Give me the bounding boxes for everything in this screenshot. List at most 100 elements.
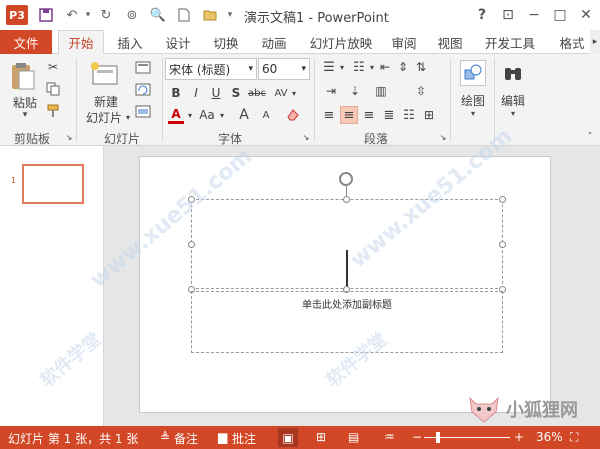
- zoom-level[interactable]: 36%: [536, 430, 563, 444]
- new-icon[interactable]: [174, 5, 194, 25]
- resize-handle[interactable]: [188, 241, 195, 248]
- rotate-handle-icon[interactable]: [339, 172, 353, 186]
- tab-design[interactable]: 设计: [156, 30, 200, 54]
- ribbon-display-options-button[interactable]: ⊡: [496, 3, 520, 27]
- minimize-button[interactable]: −: [522, 3, 546, 27]
- new-slide-dropdown-icon[interactable]: ▾: [124, 110, 132, 124]
- customize-quick-access-icon[interactable]: ▾: [220, 5, 240, 25]
- character-spacing-button[interactable]: AV: [270, 84, 292, 102]
- tab-slideshow[interactable]: 幻灯片放映: [300, 30, 382, 54]
- editing-button[interactable]: 编辑: [496, 92, 530, 108]
- bullets-dropdown-icon[interactable]: ▾: [338, 58, 346, 76]
- tab-scroll-right-icon[interactable]: ▸: [590, 30, 600, 54]
- new-slide-icon[interactable]: [88, 58, 122, 90]
- save-icon[interactable]: [36, 5, 56, 25]
- reading-view-icon[interactable]: ▤: [348, 430, 359, 444]
- fit-to-window-icon[interactable]: ⛶: [570, 430, 578, 445]
- tab-home[interactable]: 开始: [58, 30, 104, 55]
- numbering-icon[interactable]: ☷: [350, 58, 368, 76]
- slide-thumbnail[interactable]: [22, 164, 84, 204]
- resize-handle[interactable]: [343, 196, 350, 203]
- distribute-icon[interactable]: ☷: [400, 106, 418, 124]
- shadow-button[interactable]: S: [228, 84, 244, 102]
- zoom-out-icon[interactable]: −: [412, 430, 422, 444]
- zoom-slider-thumb[interactable]: [436, 432, 440, 443]
- copy-icon[interactable]: [44, 80, 62, 98]
- comments-button[interactable]: 批注: [232, 430, 256, 447]
- columns-icon[interactable]: ▥: [372, 82, 390, 100]
- powerpoint-logo-icon[interactable]: P3: [6, 5, 28, 25]
- align-center-icon[interactable]: ≡: [340, 106, 358, 124]
- paste-icon[interactable]: [8, 60, 38, 92]
- numbering-dropdown-icon[interactable]: ▾: [368, 58, 376, 76]
- tab-file[interactable]: 文件: [0, 30, 52, 54]
- redo-icon[interactable]: ↻: [96, 5, 116, 25]
- notes-icon[interactable]: ≜: [160, 430, 170, 444]
- change-case-button[interactable]: Aa: [196, 106, 218, 124]
- paste-button[interactable]: 粘贴: [8, 94, 42, 110]
- zoom-in-icon[interactable]: +: [514, 430, 524, 444]
- new-slide-label[interactable]: 新建: [86, 94, 126, 109]
- tab-insert[interactable]: 插入: [108, 30, 152, 54]
- drawing-shapes-icon[interactable]: [460, 60, 486, 86]
- sort-icon[interactable]: ⇣: [346, 82, 364, 100]
- tab-view[interactable]: 视图: [430, 30, 470, 54]
- bullets-icon[interactable]: ☰: [320, 58, 338, 76]
- grow-font-button[interactable]: A: [236, 106, 252, 124]
- reset-icon[interactable]: [132, 80, 154, 98]
- cut-icon[interactable]: ✂: [44, 58, 62, 76]
- tab-animations[interactable]: 动画: [252, 30, 296, 54]
- format-painter-icon[interactable]: [44, 102, 62, 120]
- increase-indent-icon[interactable]: ⇥: [322, 82, 340, 100]
- open-icon[interactable]: [200, 5, 220, 25]
- underline-button[interactable]: U: [208, 84, 224, 102]
- new-slide-label-2[interactable]: 幻灯片: [82, 110, 126, 125]
- italic-button[interactable]: I: [188, 84, 204, 102]
- section-icon[interactable]: [132, 102, 154, 120]
- decrease-indent-icon[interactable]: ⇤: [376, 58, 394, 76]
- drawing-button[interactable]: 绘图: [456, 92, 490, 108]
- font-name-box[interactable]: 宋体 (标题) ▾: [165, 58, 257, 80]
- editing-dropdown-icon[interactable]: ▾: [508, 108, 518, 118]
- notes-button[interactable]: 备注: [174, 430, 198, 447]
- tab-developer[interactable]: 开发工具: [478, 30, 542, 54]
- justify-icon[interactable]: ≣: [380, 106, 398, 124]
- font-color-dropdown-icon[interactable]: ▾: [186, 106, 194, 124]
- font-color-button[interactable]: A: [168, 106, 184, 124]
- normal-view-icon[interactable]: ▣: [278, 428, 298, 447]
- collapse-ribbon-icon[interactable]: ˄: [584, 132, 596, 142]
- tab-transitions[interactable]: 切换: [204, 30, 248, 54]
- binoculars-icon[interactable]: [500, 60, 526, 86]
- bold-button[interactable]: B: [168, 84, 184, 102]
- clipboard-launcher-icon[interactable]: ↘: [64, 132, 74, 142]
- change-case-dropdown-icon[interactable]: ▾: [218, 106, 226, 124]
- slideshow-view-icon[interactable]: ♒: [384, 430, 395, 444]
- slide-sorter-icon[interactable]: ⊞: [316, 430, 326, 444]
- drawing-dropdown-icon[interactable]: ▾: [468, 108, 478, 118]
- undo-dropdown-icon[interactable]: ▾: [78, 5, 98, 25]
- tab-format[interactable]: 格式: [552, 30, 592, 54]
- font-launcher-icon[interactable]: ↘: [301, 132, 311, 142]
- paste-dropdown-icon[interactable]: ▾: [18, 110, 32, 120]
- align-text-icon[interactable]: ⇳: [412, 82, 430, 100]
- font-name-dropdown-icon[interactable]: ▾: [248, 64, 253, 74]
- line-spacing-icon[interactable]: ⇕: [394, 58, 412, 76]
- align-left-icon[interactable]: ≡: [320, 106, 338, 124]
- print-preview-icon[interactable]: 🔍: [148, 5, 168, 25]
- smartart-icon[interactable]: ⊞: [420, 106, 438, 124]
- align-right-icon[interactable]: ≡: [360, 106, 378, 124]
- font-size-dropdown-icon[interactable]: ▾: [301, 64, 306, 74]
- text-direction-icon[interactable]: ⇅: [412, 58, 430, 76]
- resize-handle[interactable]: [499, 241, 506, 248]
- clear-formatting-icon[interactable]: [284, 106, 302, 124]
- resize-handle[interactable]: [499, 196, 506, 203]
- close-button[interactable]: ✕: [574, 3, 598, 27]
- font-size-box[interactable]: 60 ▾: [258, 58, 310, 80]
- paragraph-launcher-icon[interactable]: ↘: [438, 132, 448, 142]
- tab-review[interactable]: 审阅: [384, 30, 424, 54]
- maximize-button[interactable]: □: [548, 3, 572, 27]
- present-icon[interactable]: ⊚: [122, 5, 142, 25]
- strikethrough-button[interactable]: abc: [246, 84, 268, 102]
- character-spacing-dropdown-icon[interactable]: ▾: [290, 84, 298, 102]
- shrink-font-button[interactable]: A: [258, 106, 274, 124]
